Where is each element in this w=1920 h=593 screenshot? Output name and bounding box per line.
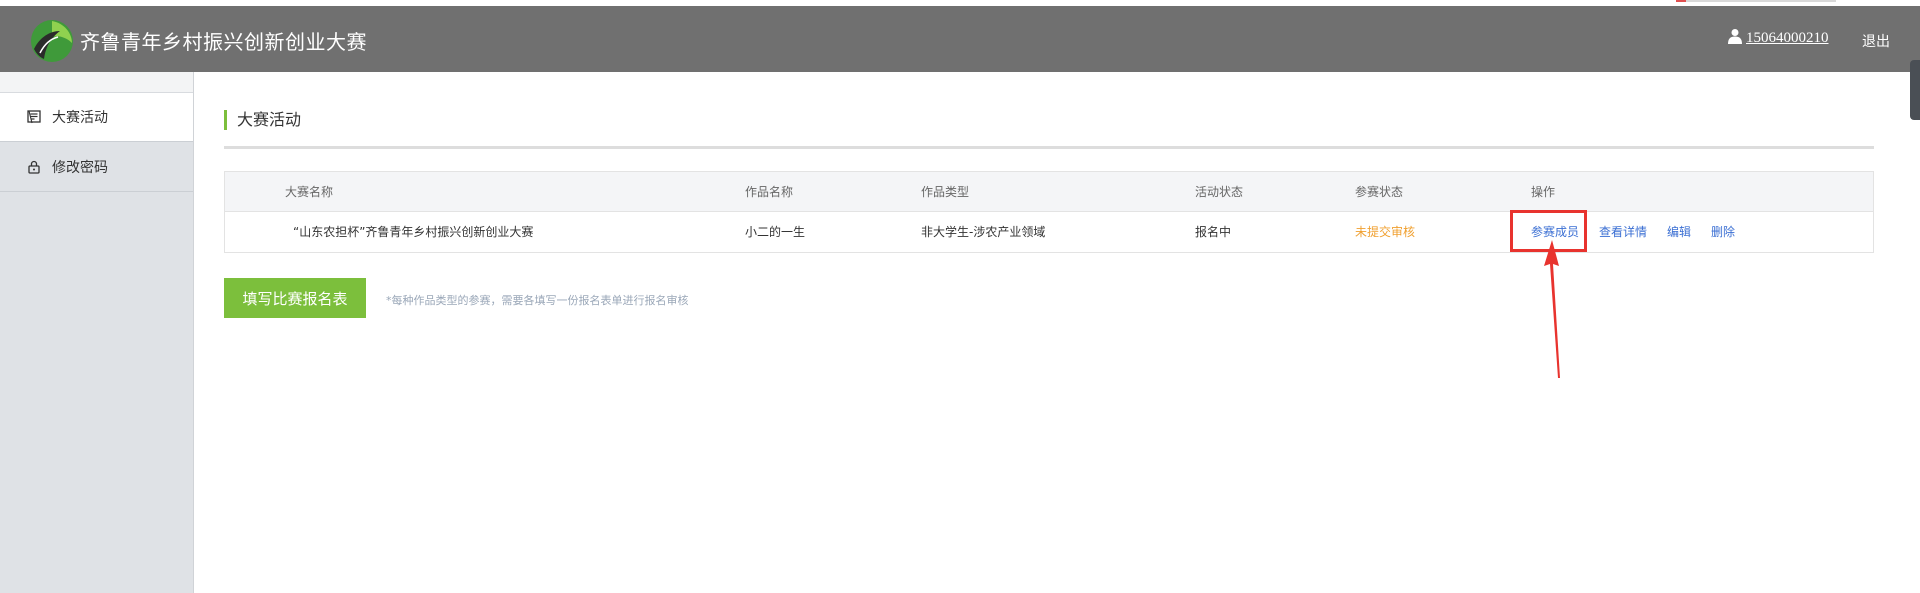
section-divider [224, 146, 1874, 149]
app-header: 齐鲁青年乡村振兴创新创业大赛 15064000210 退出 [0, 6, 1920, 72]
sidebar-spacer [0, 72, 193, 92]
logout-button[interactable]: 退出 [1862, 31, 1890, 51]
table-header-row: 大赛名称 作品名称 作品类型 活动状态 参赛状态 操作 [225, 172, 1873, 212]
sidebar-item-label: 大赛活动 [52, 110, 108, 126]
column-header-activity-status: 活动状态 [1195, 185, 1244, 199]
column-header-entry-status: 参赛状态 [1355, 185, 1404, 199]
delete-link[interactable]: 删除 [1711, 212, 1735, 252]
top-strip-red-mark [1676, 0, 1686, 2]
certificate-icon [26, 109, 42, 125]
contest-table: 大赛名称 作品名称 作品类型 活动状态 参赛状态 操作 “山东农担杯”齐鲁青年乡… [224, 171, 1874, 253]
contest-name-cell: “山东农担杯”齐鲁青年乡村振兴创新创业大赛 [293, 225, 534, 239]
sidebar-item-label: 修改密码 [52, 159, 108, 176]
column-header-actions: 操作 [1531, 185, 1556, 199]
edit-link[interactable]: 编辑 [1667, 212, 1691, 252]
activity-status-cell: 报名中 [1195, 225, 1232, 239]
work-name-cell: 小二的一生 [745, 225, 806, 239]
user-account-link[interactable]: 15064000210 [1746, 30, 1829, 47]
page-title: 大赛活动 [224, 110, 301, 130]
top-strip-bar [1676, 0, 1836, 2]
column-header-work-type: 作品类型 [921, 185, 970, 199]
logo-icon[interactable] [30, 19, 74, 63]
view-details-link[interactable]: 查看详情 [1599, 212, 1647, 252]
hint-text: *每种作品类型的参赛，需要各填写一份报名表单进行报名审核 [386, 294, 689, 307]
floating-side-tab[interactable] [1910, 60, 1920, 120]
annotation-arrow-icon [1544, 240, 1560, 378]
fill-registration-form-button[interactable]: 填写比赛报名表 [224, 278, 366, 318]
column-header-contest-name: 大赛名称 [285, 185, 334, 199]
sidebar: 大赛活动 修改密码 [0, 72, 194, 593]
column-header-work-name: 作品名称 [745, 185, 794, 199]
table-row: “山东农担杯”齐鲁青年乡村振兴创新创业大赛 小二的一生 非大学生-涉农产业领域 … [225, 212, 1873, 252]
entry-status-badge: 未提交审核 [1355, 225, 1416, 239]
app-title: 齐鲁青年乡村振兴创新创业大赛 [80, 30, 367, 54]
work-type-cell: 非大学生-涉农产业领域 [921, 225, 1046, 239]
sidebar-item-change-password[interactable]: 修改密码 [0, 142, 193, 192]
lock-icon [26, 159, 42, 175]
user-icon [1728, 29, 1742, 44]
sidebar-item-contest-activities[interactable]: 大赛活动 [0, 92, 193, 142]
